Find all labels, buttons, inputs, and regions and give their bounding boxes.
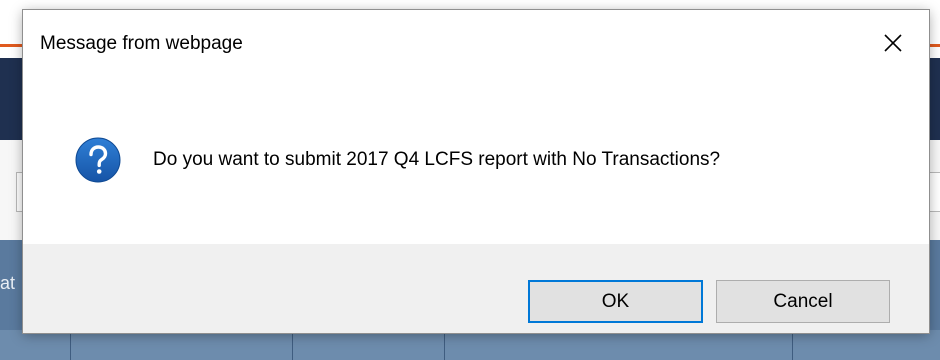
- dialog-title: Message from webpage: [40, 33, 243, 54]
- dialog-footer: OK Cancel: [23, 244, 929, 333]
- background-partial-text: at: [0, 273, 16, 293]
- background-grid-column-divider: [292, 330, 293, 360]
- cancel-button[interactable]: Cancel: [716, 280, 890, 323]
- close-icon: [884, 34, 902, 52]
- background-grid-column-divider: [70, 330, 71, 360]
- ok-button[interactable]: OK: [528, 280, 703, 323]
- background-grid-column-divider: [444, 330, 445, 360]
- dialog-titlebar: Message from webpage: [23, 10, 929, 80]
- background-grid-row: [0, 330, 940, 360]
- dialog-message: Do you want to submit 2017 Q4 LCFS repor…: [153, 149, 721, 170]
- message-dialog: Message from webpage Do you want to subm…: [23, 10, 929, 333]
- dialog-body: Do you want to submit 2017 Q4 LCFS repor…: [23, 80, 929, 244]
- background-grid-column-divider: [792, 330, 793, 360]
- question-icon: [75, 137, 121, 183]
- close-button[interactable]: [871, 23, 915, 63]
